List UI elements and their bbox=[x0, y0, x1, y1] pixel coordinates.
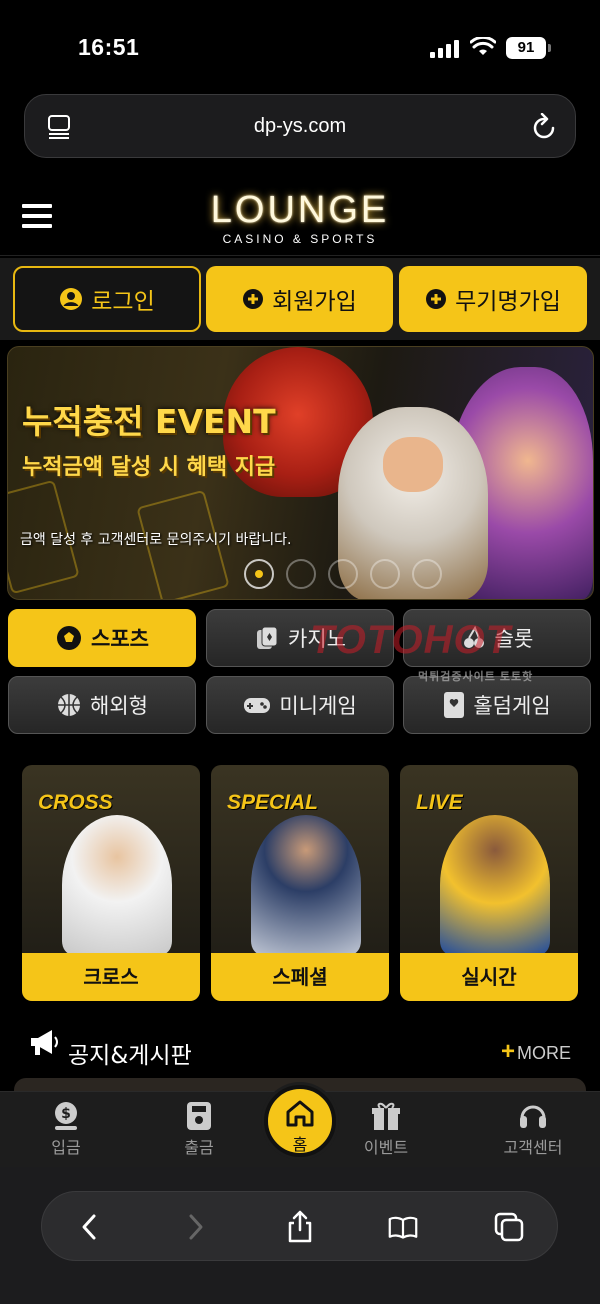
zeus-face-illustration bbox=[383, 437, 443, 492]
playing-card-icon bbox=[443, 691, 465, 719]
game-card-live[interactable]: LIVE 실시간 bbox=[400, 765, 578, 1001]
nav-home-label: 홈 bbox=[292, 1135, 308, 1154]
hamburger-menu-icon[interactable] bbox=[22, 204, 52, 230]
reload-icon[interactable] bbox=[531, 113, 557, 141]
carousel-dot-active[interactable] bbox=[244, 559, 274, 589]
carousel-dots bbox=[244, 559, 442, 589]
forward-icon[interactable] bbox=[181, 1212, 211, 1242]
category-label: 해외형 bbox=[90, 694, 148, 718]
category-minigame[interactable]: 미니게임 bbox=[206, 676, 394, 734]
tabs-icon[interactable] bbox=[494, 1212, 524, 1242]
more-link[interactable]: + MORE bbox=[501, 1038, 571, 1066]
game-card-tag: CROSS bbox=[38, 791, 113, 814]
carousel-dot[interactable] bbox=[412, 559, 442, 589]
signal-icon bbox=[430, 40, 459, 58]
address-bar[interactable]: dp-ys.com bbox=[24, 94, 576, 158]
category-label: 홀덤게임 bbox=[473, 694, 551, 718]
player-image bbox=[62, 815, 172, 955]
logo-main: LOUNGE bbox=[210, 189, 390, 231]
category-label: 슬롯 bbox=[494, 627, 534, 651]
url-text[interactable]: dp-ys.com bbox=[25, 115, 575, 138]
nav-label: 출금 bbox=[184, 1138, 214, 1157]
money-bag-icon: $ bbox=[21, 1100, 111, 1132]
login-button[interactable]: 로그인 bbox=[13, 266, 201, 332]
more-label: MORE bbox=[517, 1043, 571, 1063]
anon-signup-button[interactable]: 무기명가입 bbox=[399, 266, 587, 332]
bookmarks-icon[interactable] bbox=[388, 1212, 418, 1242]
notice-header: 공지&게시판 + MORE bbox=[28, 1024, 573, 1074]
status-bar: 16:51 91 bbox=[0, 0, 600, 90]
player-image bbox=[251, 815, 361, 955]
browser-toolbar-pill bbox=[41, 1191, 558, 1261]
soccer-ball-icon bbox=[55, 624, 83, 652]
promo-banner[interactable]: 누적충전 EVENT 누적금액 달성 시 혜택 지급 금액 달성 후 고객센터로… bbox=[7, 346, 594, 600]
auth-row: 로그인 회원가입 무기명가입 bbox=[0, 258, 600, 340]
banner-title: 누적충전 EVENT bbox=[22, 402, 276, 441]
plus-circle-icon bbox=[242, 288, 264, 310]
megaphone-icon bbox=[31, 1030, 58, 1055]
nav-label: 고객센터 bbox=[503, 1138, 563, 1157]
carousel-dot[interactable] bbox=[286, 559, 316, 589]
category-sports[interactable]: 스포츠 bbox=[8, 609, 196, 667]
nav-support[interactable]: 고객센터 bbox=[488, 1100, 578, 1158]
wifi-icon bbox=[470, 37, 496, 55]
cherry-icon bbox=[461, 625, 487, 651]
site-header: LOUNGE CASINO & SPORTS bbox=[0, 180, 600, 256]
user-circle-icon bbox=[59, 287, 83, 311]
game-card-tag: SPECIAL bbox=[227, 791, 319, 814]
category-label: 스포츠 bbox=[91, 627, 149, 651]
plus-circle-icon bbox=[425, 288, 447, 310]
battery-indicator: 91 bbox=[506, 37, 546, 59]
status-time: 16:51 bbox=[78, 34, 140, 60]
game-card-label: 실시간 bbox=[400, 953, 578, 1001]
carousel-dot[interactable] bbox=[328, 559, 358, 589]
anon-signup-label: 무기명가입 bbox=[455, 289, 561, 315]
category-label: 미니게임 bbox=[279, 694, 357, 718]
browser-toolbar bbox=[0, 1167, 600, 1304]
category-casino[interactable]: 카지노 bbox=[206, 609, 394, 667]
nav-deposit[interactable]: $ 입금 bbox=[21, 1100, 111, 1158]
game-card-label: 스페셜 bbox=[211, 953, 389, 1001]
basketball-icon bbox=[56, 692, 82, 718]
svg-text:$: $ bbox=[61, 1106, 71, 1122]
banner-subtitle: 누적금액 달성 시 혜택 지급 bbox=[22, 455, 276, 480]
login-label: 로그인 bbox=[91, 289, 155, 315]
gift-icon bbox=[341, 1100, 431, 1132]
cards-icon bbox=[254, 625, 280, 651]
nav-withdraw[interactable]: 출금 bbox=[154, 1100, 244, 1158]
site-logo[interactable]: LOUNGE CASINO & SPORTS bbox=[200, 190, 400, 246]
game-card-special[interactable]: SPECIAL 스페셜 bbox=[211, 765, 389, 1001]
game-card-label: 크로스 bbox=[22, 953, 200, 1001]
player-image bbox=[440, 815, 550, 955]
gamepad-icon bbox=[243, 694, 271, 716]
game-card-tag: LIVE bbox=[416, 791, 463, 814]
signup-button[interactable]: 회원가입 bbox=[206, 266, 393, 332]
share-icon[interactable] bbox=[285, 1210, 315, 1243]
game-card-cross[interactable]: CROSS 크로스 bbox=[22, 765, 200, 1001]
banner-note: 금액 달성 후 고객센터로 문의주시기 바랍니다. bbox=[20, 532, 292, 548]
category-label: 카지노 bbox=[288, 627, 346, 651]
nav-event[interactable]: 이벤트 bbox=[341, 1100, 431, 1158]
logo-sub: CASINO & SPORTS bbox=[222, 232, 378, 246]
notice-title: 공지&게시판 bbox=[68, 1043, 192, 1069]
home-icon bbox=[268, 1099, 332, 1131]
carousel-dot[interactable] bbox=[370, 559, 400, 589]
nav-home-button[interactable]: 홈 bbox=[264, 1085, 336, 1157]
category-holdem[interactable]: 홀덤게임 bbox=[403, 676, 591, 734]
signup-label: 회원가입 bbox=[272, 289, 357, 315]
nav-label: 이벤트 bbox=[363, 1138, 409, 1157]
battery-tip bbox=[548, 44, 551, 52]
category-overseas[interactable]: 해외형 bbox=[8, 676, 196, 734]
back-icon[interactable] bbox=[74, 1212, 104, 1242]
nav-label: 입금 bbox=[51, 1138, 81, 1157]
category-slot[interactable]: 슬롯 bbox=[403, 609, 591, 667]
headset-icon bbox=[488, 1100, 578, 1132]
atm-icon bbox=[154, 1100, 244, 1132]
